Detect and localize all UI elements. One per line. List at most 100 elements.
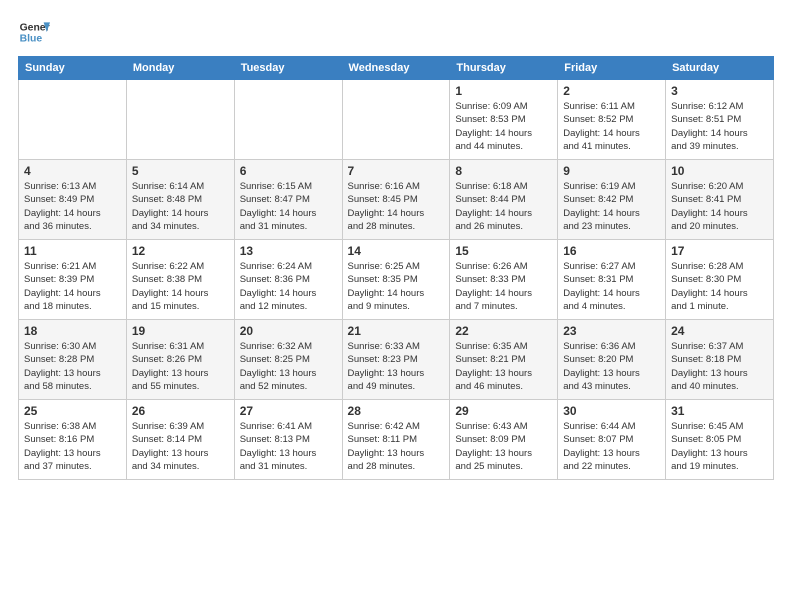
- day-cell-25: 25Sunrise: 6:38 AMSunset: 8:16 PMDayligh…: [19, 400, 127, 480]
- day-number: 22: [455, 324, 552, 338]
- day-cell-24: 24 Sunrise: 6:37 AMSunset: 8:18 PMDayligh…: [666, 320, 774, 400]
- day-number: 13: [240, 244, 337, 258]
- day-cell-3: 3 Sunrise: 6:12 AMSunset: 8:51 PMDaylight…: [666, 80, 774, 160]
- day-number: 30: [563, 404, 660, 418]
- day-info: Sunrise: 6:09 AMSunset: 8:53 PMDaylight:…: [455, 100, 552, 153]
- day-number: 10: [671, 164, 768, 178]
- day-number: 19: [132, 324, 229, 338]
- day-number: 11: [24, 244, 121, 258]
- weekday-header-tuesday: Tuesday: [234, 57, 342, 80]
- day-info: Sunrise: 6:31 AMSunset: 8:26 PMDaylight:…: [132, 340, 229, 393]
- day-number: 28: [348, 404, 445, 418]
- day-info: Sunrise: 6:30 AMSunset: 8:28 PMDaylight:…: [24, 340, 121, 393]
- page: General Blue SundayMondayTuesdayWednesda…: [0, 0, 792, 612]
- day-number: 26: [132, 404, 229, 418]
- day-number: 27: [240, 404, 337, 418]
- day-number: 16: [563, 244, 660, 258]
- week-row-1: 1 Sunrise: 6:09 AMSunset: 8:53 PMDaylight…: [19, 80, 774, 160]
- weekday-header-row: SundayMondayTuesdayWednesdayThursdayFrid…: [19, 57, 774, 80]
- day-info: Sunrise: 6:11 AMSunset: 8:52 PMDaylight:…: [563, 100, 660, 153]
- day-number: 3: [671, 84, 768, 98]
- day-info: Sunrise: 6:25 AMSunset: 8:35 PMDaylight:…: [348, 260, 445, 313]
- week-row-2: 4 Sunrise: 6:13 AMSunset: 8:49 PMDaylight…: [19, 160, 774, 240]
- day-cell-15: 15 Sunrise: 6:26 AMSunset: 8:33 PMDayligh…: [450, 240, 558, 320]
- day-number: 25: [24, 404, 121, 418]
- day-cell-18: 18 Sunrise: 6:30 AMSunset: 8:28 PMDayligh…: [19, 320, 127, 400]
- day-number: 7: [348, 164, 445, 178]
- day-info: Sunrise: 6:19 AMSunset: 8:42 PMDaylight:…: [563, 180, 660, 233]
- day-number: 4: [24, 164, 121, 178]
- day-number: 18: [24, 324, 121, 338]
- day-info: Sunrise: 6:39 AMSunset: 8:14 PMDaylight:…: [132, 420, 229, 473]
- svg-text:Blue: Blue: [20, 34, 43, 45]
- empty-cell: [342, 80, 450, 160]
- day-number: 12: [132, 244, 229, 258]
- day-info: Sunrise: 6:13 AMSunset: 8:49 PMDaylight:…: [24, 180, 121, 233]
- day-number: 15: [455, 244, 552, 258]
- day-info: Sunrise: 6:42 AMSunset: 8:11 PMDaylight:…: [348, 420, 445, 473]
- logo-icon: General Blue: [18, 16, 50, 48]
- day-number: 23: [563, 324, 660, 338]
- weekday-header-wednesday: Wednesday: [342, 57, 450, 80]
- day-number: 24: [671, 324, 768, 338]
- day-cell-16: 16 Sunrise: 6:27 AMSunset: 8:31 PMDayligh…: [558, 240, 666, 320]
- day-info: Sunrise: 6:14 AMSunset: 8:48 PMDaylight:…: [132, 180, 229, 233]
- day-cell-2: 2Sunrise: 6:11 AMSunset: 8:52 PMDaylight…: [558, 80, 666, 160]
- day-info: Sunrise: 6:35 AMSunset: 8:21 PMDaylight:…: [455, 340, 552, 393]
- day-number: 1: [455, 84, 552, 98]
- day-cell-5: 5Sunrise: 6:14 AMSunset: 8:48 PMDaylight…: [126, 160, 234, 240]
- day-info: Sunrise: 6:26 AMSunset: 8:33 PMDaylight:…: [455, 260, 552, 313]
- day-cell-4: 4 Sunrise: 6:13 AMSunset: 8:49 PMDaylight…: [19, 160, 127, 240]
- day-info: Sunrise: 6:24 AMSunset: 8:36 PMDaylight:…: [240, 260, 337, 313]
- day-info: Sunrise: 6:45 AMSunset: 8:05 PMDaylight:…: [671, 420, 768, 473]
- day-number: 31: [671, 404, 768, 418]
- day-info: Sunrise: 6:21 AMSunset: 8:39 PMDaylight:…: [24, 260, 121, 313]
- day-cell-10: 10 Sunrise: 6:20 AMSunset: 8:41 PMDayligh…: [666, 160, 774, 240]
- week-row-5: 25Sunrise: 6:38 AMSunset: 8:16 PMDayligh…: [19, 400, 774, 480]
- day-cell-27: 27 Sunrise: 6:41 AMSunset: 8:13 PMDayligh…: [234, 400, 342, 480]
- day-info: Sunrise: 6:12 AMSunset: 8:51 PMDaylight:…: [671, 100, 768, 153]
- day-number: 17: [671, 244, 768, 258]
- day-info: Sunrise: 6:22 AMSunset: 8:38 PMDaylight:…: [132, 260, 229, 313]
- weekday-header-saturday: Saturday: [666, 57, 774, 80]
- calendar-table: SundayMondayTuesdayWednesdayThursdayFrid…: [18, 56, 774, 480]
- day-cell-23: 23 Sunrise: 6:36 AMSunset: 8:20 PMDayligh…: [558, 320, 666, 400]
- weekday-header-friday: Friday: [558, 57, 666, 80]
- weekday-header-sunday: Sunday: [19, 57, 127, 80]
- day-number: 29: [455, 404, 552, 418]
- day-info: Sunrise: 6:20 AMSunset: 8:41 PMDaylight:…: [671, 180, 768, 233]
- day-cell-28: 28 Sunrise: 6:42 AMSunset: 8:11 PMDayligh…: [342, 400, 450, 480]
- empty-cell: [126, 80, 234, 160]
- day-cell-30: 30Sunrise: 6:44 AMSunset: 8:07 PMDayligh…: [558, 400, 666, 480]
- day-info: Sunrise: 6:33 AMSunset: 8:23 PMDaylight:…: [348, 340, 445, 393]
- day-cell-29: 29 Sunrise: 6:43 AMSunset: 8:09 PMDayligh…: [450, 400, 558, 480]
- header: General Blue: [18, 16, 774, 48]
- day-info: Sunrise: 6:15 AMSunset: 8:47 PMDaylight:…: [240, 180, 337, 233]
- day-number: 8: [455, 164, 552, 178]
- weekday-header-monday: Monday: [126, 57, 234, 80]
- day-info: Sunrise: 6:36 AMSunset: 8:20 PMDaylight:…: [563, 340, 660, 393]
- day-cell-31: 31 Sunrise: 6:45 AMSunset: 8:05 PMDayligh…: [666, 400, 774, 480]
- day-number: 20: [240, 324, 337, 338]
- day-info: Sunrise: 6:27 AMSunset: 8:31 PMDaylight:…: [563, 260, 660, 313]
- day-cell-21: 21Sunrise: 6:33 AMSunset: 8:23 PMDayligh…: [342, 320, 450, 400]
- day-info: Sunrise: 6:41 AMSunset: 8:13 PMDaylight:…: [240, 420, 337, 473]
- day-cell-19: 19 Sunrise: 6:31 AMSunset: 8:26 PMDayligh…: [126, 320, 234, 400]
- day-info: Sunrise: 6:16 AMSunset: 8:45 PMDaylight:…: [348, 180, 445, 233]
- day-cell-13: 13 Sunrise: 6:24 AMSunset: 8:36 PMDayligh…: [234, 240, 342, 320]
- logo: General Blue: [18, 16, 50, 48]
- day-cell-14: 14Sunrise: 6:25 AMSunset: 8:35 PMDayligh…: [342, 240, 450, 320]
- day-info: Sunrise: 6:37 AMSunset: 8:18 PMDaylight:…: [671, 340, 768, 393]
- day-cell-17: 17Sunrise: 6:28 AMSunset: 8:30 PMDayligh…: [666, 240, 774, 320]
- day-cell-26: 26 Sunrise: 6:39 AMSunset: 8:14 PMDayligh…: [126, 400, 234, 480]
- day-number: 6: [240, 164, 337, 178]
- day-cell-8: 8 Sunrise: 6:18 AMSunset: 8:44 PMDaylight…: [450, 160, 558, 240]
- day-cell-20: 20 Sunrise: 6:32 AMSunset: 8:25 PMDayligh…: [234, 320, 342, 400]
- day-info: Sunrise: 6:18 AMSunset: 8:44 PMDaylight:…: [455, 180, 552, 233]
- day-info: Sunrise: 6:43 AMSunset: 8:09 PMDaylight:…: [455, 420, 552, 473]
- day-cell-12: 12 Sunrise: 6:22 AMSunset: 8:38 PMDayligh…: [126, 240, 234, 320]
- day-cell-1: 1 Sunrise: 6:09 AMSunset: 8:53 PMDaylight…: [450, 80, 558, 160]
- day-info: Sunrise: 6:32 AMSunset: 8:25 PMDaylight:…: [240, 340, 337, 393]
- day-cell-9: 9Sunrise: 6:19 AMSunset: 8:42 PMDaylight…: [558, 160, 666, 240]
- day-cell-7: 7 Sunrise: 6:16 AMSunset: 8:45 PMDaylight…: [342, 160, 450, 240]
